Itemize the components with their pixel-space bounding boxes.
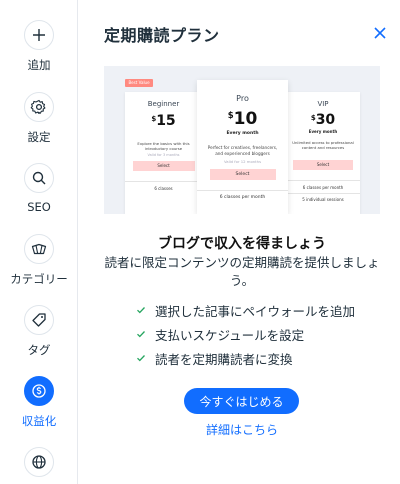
panel-title: 定期購読プラン — [104, 26, 220, 45]
plan-name: Beginner — [147, 100, 180, 108]
plan-period: Every month — [226, 131, 259, 136]
plan-price: $15 — [151, 113, 176, 129]
plan-validity: Valid for 3 months — [147, 153, 180, 157]
gear-icon — [24, 92, 54, 122]
list-item: 支払いスケジュールを設定 — [136, 322, 355, 346]
plan-select-button: Select — [293, 160, 353, 170]
plan-name: Pro — [236, 94, 249, 103]
category-icon — [24, 234, 54, 264]
plan-card-vip: VIP $30 Every month Unlimited access to … — [286, 92, 360, 214]
section-description: 読者に限定コンテンツの定期購読を提供しましょう。 — [104, 255, 380, 288]
globe-icon — [24, 447, 54, 477]
tag-icon — [24, 305, 54, 335]
plan-feature: 6 classes per month — [197, 190, 288, 200]
plan-name: VIP — [317, 100, 329, 108]
sidebar-item-label: SEO — [27, 200, 51, 214]
sidebar-item-add[interactable]: 追加 — [0, 20, 78, 73]
plan-card-beginner: Beginner $15 Explore the basics with thi… — [125, 92, 202, 214]
sidebar-item-label: 追加 — [27, 58, 51, 72]
plan-card-pro: Pro $10 Every month Perfect for creative… — [197, 80, 288, 214]
close-icon[interactable] — [372, 25, 388, 41]
feature-text: 選択した記事にペイウォールを追加 — [155, 303, 356, 319]
plan-period: Every month — [308, 129, 338, 134]
sidebar-item-categories[interactable]: カテゴリー — [0, 234, 78, 287]
sidebar-item-tags[interactable]: タグ — [0, 305, 78, 358]
plan-feature: 6 classes — [125, 181, 202, 191]
learn-more-link[interactable]: 詳細はこちら — [104, 421, 380, 438]
sidebar-item-label: 設定 — [27, 130, 51, 144]
check-icon — [137, 331, 145, 338]
sidebar-item-settings[interactable]: 設定 — [0, 92, 78, 145]
sidebar-item-language[interactable] — [0, 447, 78, 477]
feature-list: 選択した記事にペイウォールを追加 支払いスケジュールを設定 読者を定期購読者に変… — [136, 298, 355, 370]
pricing-plans-illustration: Beginner $15 Explore the basics with thi… — [104, 66, 380, 214]
check-icon — [137, 307, 145, 314]
best-value-badge: Best Value — [125, 79, 153, 87]
plan-select-button: Select — [132, 161, 195, 171]
feature-text: 読者を定期購読者に変換 — [155, 351, 293, 367]
section-heading: ブログで収入を得ましょう — [158, 236, 326, 252]
list-item: 選択した記事にペイウォールを追加 — [136, 298, 355, 322]
check-icon — [137, 355, 145, 362]
plan-select-button: Select — [209, 169, 276, 180]
plan-description: Perfect for creatives, freelancers, and … — [207, 145, 278, 156]
plus-icon — [24, 20, 54, 50]
get-started-button[interactable]: 今すぐはじめる — [184, 388, 299, 414]
feature-text: 支払いスケジュールを設定 — [155, 327, 305, 343]
plan-feature: 5 individual sessions — [286, 193, 360, 202]
sidebar-item-label: 収益化 — [21, 414, 57, 428]
dollar-icon — [24, 376, 54, 406]
plan-price: $10 — [227, 109, 258, 129]
plan-validity: Valid for 12 months — [223, 159, 262, 164]
sidebar-item-label: カテゴリー — [10, 272, 68, 286]
search-icon — [24, 163, 54, 193]
sidebar-item-label: タグ — [27, 343, 51, 357]
sidebar-item-seo[interactable]: SEO — [0, 163, 78, 214]
plan-description: Unlimited access to professional content… — [292, 140, 354, 150]
list-item: 読者を定期購読者に変換 — [136, 346, 355, 370]
sidebar-item-monetize[interactable]: 収益化 — [0, 376, 78, 429]
plan-price: $30 — [310, 112, 336, 128]
plan-description: Explore the basics with this introductor… — [137, 141, 190, 151]
plan-feature: 6 classes per month — [286, 180, 360, 190]
sidebar: 追加 設定 SEO カテゴリー タグ 収益化 — [0, 0, 78, 484]
